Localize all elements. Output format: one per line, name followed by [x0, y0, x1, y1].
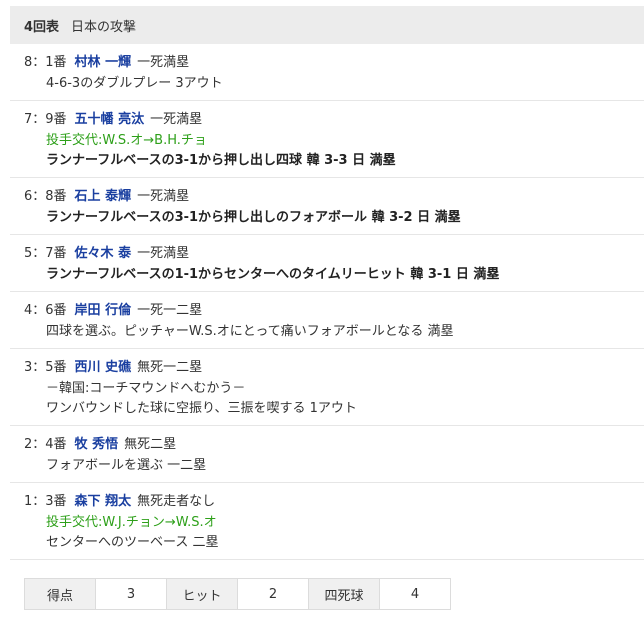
base-out-situation: 一死一二塁 [137, 303, 203, 318]
play-item: 8：1番 村林 一輝 一死満塁 4-6-3のダブルプレー 3アウト [10, 44, 644, 101]
walks-label: 四死球 [308, 578, 380, 610]
play-result: フォアボールを選ぶ 一二塁 [46, 458, 207, 473]
play-item: 4：6番 岸田 行倫 一死一二塁 四球を選ぶ。ピッチャーW.S.オにとって痛いフォア… [10, 292, 644, 349]
play-number: 4：6番 [24, 303, 67, 318]
runs-value: 3 [95, 578, 167, 610]
play-number: 3：5番 [24, 360, 67, 375]
base-out-situation: 無死一二塁 [137, 360, 203, 375]
batter-name-link[interactable]: 森下 翔太 [75, 494, 132, 509]
play-result: ランナーフルベースの1-1からセンターへのタイムリーヒット 韓 3-1 日 満塁 [46, 267, 500, 282]
walks-value: 4 [379, 578, 451, 610]
play-number: 1：3番 [24, 494, 67, 509]
batter-name-link[interactable]: 佐々木 泰 [75, 246, 132, 261]
batter-name-link[interactable]: 牧 秀悟 [75, 437, 119, 452]
play-result: ランナーフルベースの3-1から押し出しのフォアボール 韓 3-2 日 満塁 [46, 210, 461, 225]
play-result: ワンバウンドした球に空振り、三振を喫する 1アウト [46, 401, 357, 416]
attacking-team-label: 日本の攻撃 [71, 19, 137, 35]
hits-value: 2 [237, 578, 309, 610]
hits-label: ヒット [166, 578, 238, 610]
play-result: 四球を選ぶ。ピッチャーW.S.オにとって痛いフォアボールとなる 満塁 [46, 324, 454, 339]
play-number: 6：8番 [24, 189, 67, 204]
batter-name-link[interactable]: 五十幡 亮汰 [75, 112, 145, 127]
play-number: 2：4番 [24, 437, 67, 452]
base-out-situation: 一死満塁 [137, 55, 190, 70]
play-item: 3：5番 西川 史礁 無死一二塁 －韓国:コーチマウンドへむかう－ ワンバウンドした… [10, 349, 644, 426]
batter-name-link[interactable]: 村林 一輝 [75, 55, 132, 70]
play-number: 5：7番 [24, 246, 67, 261]
inning-header: 4回表 日本の攻撃 [10, 6, 644, 44]
play-number: 8：1番 [24, 55, 67, 70]
play-by-play-list: 8：1番 村林 一輝 一死満塁 4-6-3のダブルプレー 3アウト 7：9番 五十幡 … [10, 44, 644, 560]
base-out-situation: 一死満塁 [137, 189, 190, 204]
base-out-situation: 一死満塁 [137, 246, 190, 261]
play-item: 7：9番 五十幡 亮汰 一死満塁 投手交代:W.S.オ→B.H.チョ ランナーフルベ… [10, 101, 644, 178]
batter-name-link[interactable]: 西川 史礁 [75, 360, 132, 375]
play-item: 5：7番 佐々木 泰一死満塁 ランナーフルベースの1-1からセンターへのタイムリー… [10, 235, 644, 292]
batter-name-link[interactable]: 岸田 行倫 [75, 303, 132, 318]
runs-label: 得点 [24, 578, 96, 610]
play-result: センターへのツーベース 二塁 [46, 535, 219, 550]
coach-visit-note: －韓国:コーチマウンドへむかう－ [46, 381, 246, 396]
base-out-situation: 無死走者なし [137, 494, 216, 509]
play-result: 4-6-3のダブルプレー 3アウト [46, 76, 223, 91]
play-result: ランナーフルベースの3-1から押し出し四球 韓 3-3 日 満塁 [46, 153, 396, 168]
base-out-situation: 無死二塁 [124, 437, 177, 452]
play-item: 1：3番 森下 翔太 無死走者なし 投手交代:W.J.チョン→W.S.オ センターへ… [10, 483, 644, 560]
pitcher-change: 投手交代:W.S.オ→B.H.チョ [46, 133, 207, 148]
inning-label: 4回表 [24, 19, 60, 35]
pitcher-change: 投手交代:W.J.チョン→W.S.オ [46, 515, 217, 530]
play-item: 2：4番牧 秀悟 無死二塁 フォアボールを選ぶ 一二塁 [10, 426, 644, 483]
play-item: 6：8番 石上 泰輝 一死満塁 ランナーフルベースの3-1から押し出しのフォアボール… [10, 178, 644, 235]
inning-summary-table: 得点 3 ヒット 2 四死球 4 [24, 578, 451, 610]
play-number: 7：9番 [24, 112, 67, 127]
base-out-situation: 一死満塁 [150, 112, 203, 127]
batter-name-link[interactable]: 石上 泰輝 [75, 189, 132, 204]
